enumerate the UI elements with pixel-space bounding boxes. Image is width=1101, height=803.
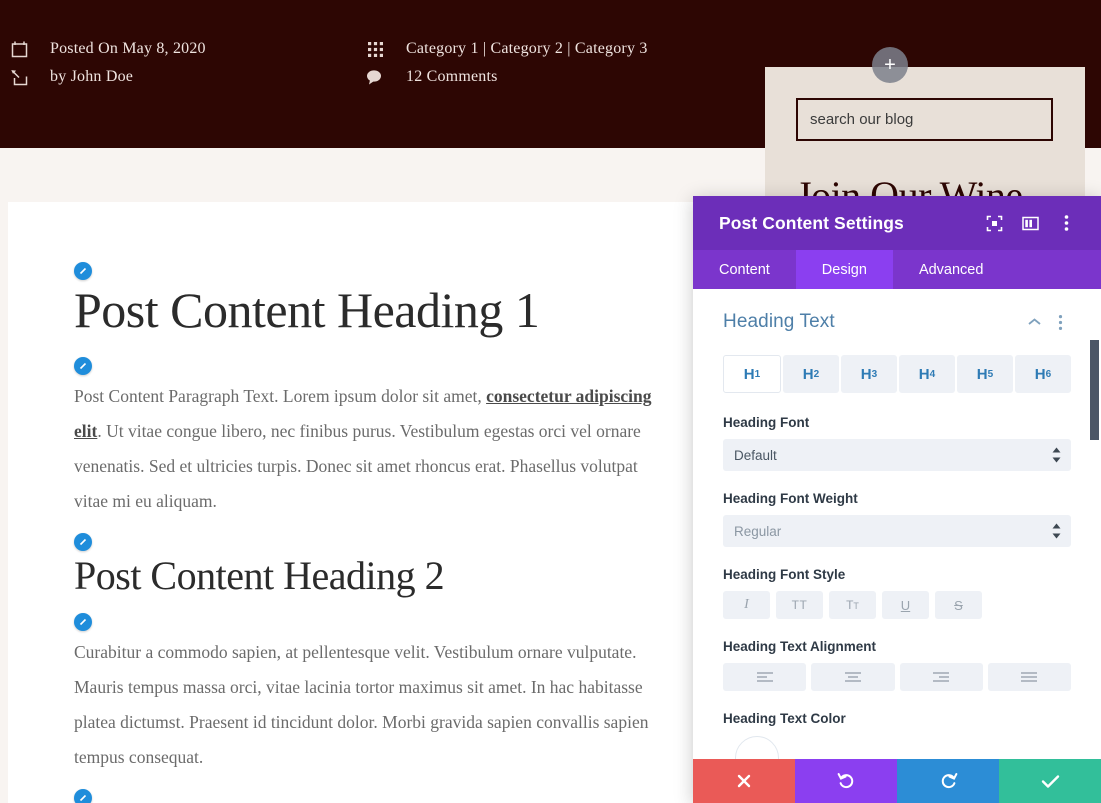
h1-label: H <box>743 365 755 383</box>
redo-button[interactable] <box>897 759 999 803</box>
page-root: Posted On May 8, 2020 by John Doe Catego… <box>0 0 1101 803</box>
add-module-button[interactable]: + <box>872 47 908 83</box>
post-date-meta: Posted On May 8, 2020 <box>8 38 206 60</box>
edit-dot-row-p1 <box>74 356 654 375</box>
post-content-settings-modal: Post Content Settings Content Design Adv… <box>693 196 1101 803</box>
paragraph-1-pre: Post Content Paragraph Text. Lorem ipsum… <box>74 385 487 406</box>
chevron-up-icon[interactable] <box>1023 311 1045 333</box>
heading-font-select[interactable]: Default <box>723 439 1071 471</box>
h4-label: H <box>918 365 930 383</box>
heading-level-buttons: H1 H2 H3 H4 H5 H6 <box>723 355 1071 393</box>
post-heading-1: Post Content Heading 1 <box>74 282 540 338</box>
tab-content[interactable]: Content <box>693 250 796 289</box>
search-input[interactable] <box>798 100 1051 139</box>
edit-pencil-icon[interactable] <box>74 262 92 280</box>
h6-label: H <box>1034 365 1046 383</box>
comment-bubble-icon <box>364 66 386 88</box>
h2-sub: 2 <box>813 368 820 380</box>
modal-title: Post Content Settings <box>719 212 904 233</box>
undo-button[interactable] <box>795 759 897 803</box>
cancel-button[interactable] <box>693 759 795 803</box>
edit-pencil-icon[interactable] <box>74 612 92 631</box>
align-justify-icon[interactable] <box>987 663 1071 691</box>
post-body: Post Content Heading 1 Post Content Para… <box>74 262 654 803</box>
modal-body: Heading Text H1 H2 H3 H4 H5 H6 Heading F… <box>693 289 1101 759</box>
heading-level-h4-button[interactable]: H4 <box>899 355 955 393</box>
heading-level-h2-button[interactable]: H2 <box>783 355 839 393</box>
modal-header: Post Content Settings <box>693 196 1101 250</box>
heading-level-h6-button[interactable]: H6 <box>1015 355 1071 393</box>
tab-design[interactable]: Design <box>795 250 893 289</box>
save-button[interactable] <box>999 759 1101 803</box>
edit-dot-row-h3 <box>74 788 654 803</box>
author-pencil-icon <box>8 66 30 88</box>
edit-dot-row-h2 <box>74 532 654 551</box>
heading-text-color-swatch[interactable] <box>735 736 779 759</box>
heading-font-weight-label: Heading Font Weight <box>723 491 858 506</box>
edit-dot-row-h1 <box>74 262 654 280</box>
edit-pencil-icon[interactable] <box>74 788 92 803</box>
small-caps-icon[interactable]: TT <box>829 591 876 619</box>
h4-sub: 4 <box>929 368 936 380</box>
heading-level-h5-button[interactable]: H5 <box>957 355 1013 393</box>
heading-level-h1-button[interactable]: H1 <box>723 355 781 393</box>
layout-split-icon[interactable] <box>1015 208 1045 238</box>
heading-font-select-wrapper[interactable]: Default <box>723 439 1071 471</box>
modal-footer <box>693 759 1101 803</box>
heading-font-weight-select[interactable]: Regular <box>723 515 1071 547</box>
post-categories-meta: Category 1 | Category 2 | Category 3 <box>364 38 648 60</box>
more-options-icon[interactable] <box>1051 208 1081 238</box>
section-more-options-icon[interactable] <box>1049 311 1071 333</box>
heading-text-color-label: Heading Text Color <box>723 711 846 726</box>
section-header-heading-text: Heading Text <box>723 311 1071 333</box>
tab-advanced[interactable]: Advanced <box>893 250 1010 289</box>
post-author-meta: by John Doe <box>8 66 133 88</box>
modal-scrollbar-thumb[interactable] <box>1090 340 1099 440</box>
h3-label: H <box>860 365 872 383</box>
heading-font-weight-select-wrapper[interactable]: Regular <box>723 515 1071 547</box>
post-date-text: Posted On May 8, 2020 <box>50 40 206 57</box>
post-paragraph-2: Curabitur a commodo sapien, at pellentes… <box>74 641 649 767</box>
alignment-buttons <box>723 663 1071 691</box>
edit-pencil-icon[interactable] <box>74 356 92 375</box>
post-comments-meta: 12 Comments <box>364 66 498 88</box>
modal-tabs: Content Design Advanced <box>693 250 1101 289</box>
h5-label: H <box>976 365 988 383</box>
heading-font-style-label: Heading Font Style <box>723 567 846 582</box>
plus-icon: + <box>884 54 896 76</box>
italic-icon[interactable]: I <box>723 591 770 619</box>
h1-sub: 1 <box>754 368 761 380</box>
uppercase-icon[interactable]: TT <box>776 591 823 619</box>
search-input-wrapper[interactable] <box>796 98 1053 141</box>
post-paragraph-1: Post Content Paragraph Text. Lorem ipsum… <box>74 379 654 519</box>
strikethrough-icon[interactable]: S <box>935 591 982 619</box>
post-comments-text: 12 Comments <box>406 68 498 85</box>
post-heading-2: Post Content Heading 2 <box>74 552 445 598</box>
grid-icon <box>364 38 386 60</box>
select-arrows-icon <box>1052 447 1061 463</box>
paragraph-1-post: . Ut vitae congue libero, nec finibus pu… <box>74 420 641 511</box>
post-author-text: by John Doe <box>50 68 134 85</box>
edit-dot-row-p2 <box>74 612 654 631</box>
align-left-icon[interactable] <box>723 663 807 691</box>
underline-icon[interactable]: U <box>882 591 929 619</box>
heading-level-h3-button[interactable]: H3 <box>841 355 897 393</box>
h6-sub: 6 <box>1045 368 1052 380</box>
post-categories-text: Category 1 | Category 2 | Category 3 <box>406 40 648 57</box>
align-center-icon[interactable] <box>811 663 895 691</box>
fullscreen-icon[interactable] <box>979 208 1009 238</box>
heading-text-alignment-label: Heading Text Alignment <box>723 639 877 654</box>
calendar-icon <box>8 38 30 60</box>
edit-pencil-icon[interactable] <box>74 532 92 551</box>
heading-font-label: Heading Font <box>723 415 810 430</box>
select-arrows-icon <box>1052 523 1061 539</box>
h3-sub: 3 <box>871 368 878 380</box>
h5-sub: 5 <box>987 368 994 380</box>
font-style-buttons: I TT TT U S <box>723 591 1071 619</box>
h2-label: H <box>802 365 814 383</box>
align-right-icon[interactable] <box>899 663 983 691</box>
section-title: Heading Text <box>723 311 835 332</box>
